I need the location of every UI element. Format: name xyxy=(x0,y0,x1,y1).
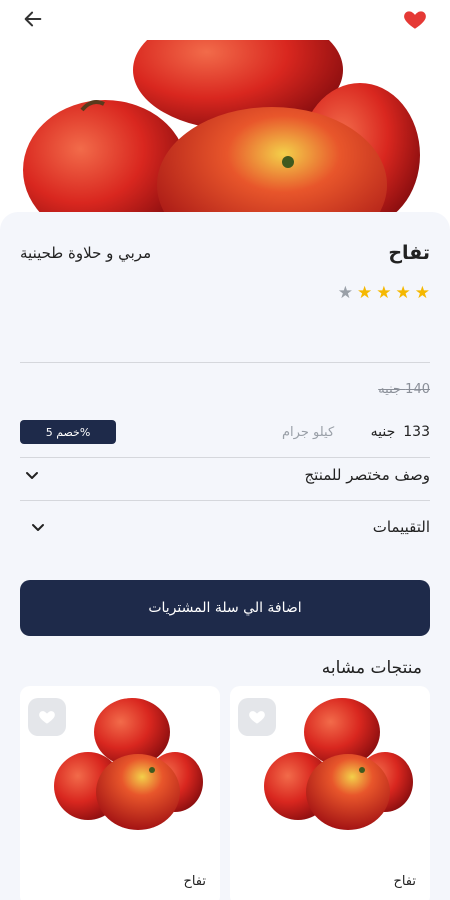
similar-products-title: منتجات مشابه xyxy=(321,658,422,678)
divider xyxy=(20,362,430,363)
similar-product-card[interactable]: تفاح xyxy=(20,686,220,900)
star-empty-icon: ★ xyxy=(337,283,353,303)
discount-badge: %خصم 5 xyxy=(20,420,116,444)
divider xyxy=(20,500,430,501)
similar-product-card[interactable]: تفاح xyxy=(230,686,430,900)
card-favorite-button[interactable] xyxy=(238,698,276,736)
chevron-down-icon xyxy=(26,472,38,479)
similar-product-name: تفاح xyxy=(183,874,206,889)
chevron-down-icon xyxy=(32,524,44,531)
top-bar xyxy=(0,0,450,40)
add-to-cart-button[interactable]: اضافة الي سلة المشتريات xyxy=(20,580,430,636)
similar-product-name: تفاح xyxy=(393,874,416,889)
product-brand: مربي و حلاوة طحينية xyxy=(20,244,152,262)
heart-outline-icon xyxy=(249,711,265,724)
heart-outline-icon xyxy=(39,711,55,724)
price-value: 133 xyxy=(403,424,430,440)
product-details: تفاح مربي و حلاوة طحينية ★ ★ ★ ★ ★ 140 جنيه … xyxy=(0,212,450,900)
rating-stars: ★ ★ ★ ★ ★ xyxy=(338,284,430,302)
old-price: 140 جنيه xyxy=(378,382,430,397)
reviews-label: التقييمات xyxy=(372,518,430,536)
divider xyxy=(20,457,430,458)
description-label: وصف مختصر للمنتج xyxy=(304,466,430,484)
heart-icon[interactable] xyxy=(402,6,428,32)
reviews-accordion[interactable]: التقييمات xyxy=(20,512,430,546)
unit-label: كيلو جرام xyxy=(282,425,335,440)
price-currency: جنيه xyxy=(370,424,396,440)
star-filled-icon: ★ xyxy=(395,283,411,303)
price: 133 جنيه xyxy=(371,424,430,440)
description-accordion[interactable]: وصف مختصر للمنتج xyxy=(20,460,430,494)
star-filled-icon: ★ xyxy=(376,283,392,303)
star-filled-icon: ★ xyxy=(414,283,430,303)
arrow-left-icon[interactable] xyxy=(22,8,44,30)
product-image xyxy=(0,40,450,215)
star-filled-icon: ★ xyxy=(357,283,373,303)
card-favorite-button[interactable] xyxy=(28,698,66,736)
product-name: تفاح xyxy=(388,242,430,264)
